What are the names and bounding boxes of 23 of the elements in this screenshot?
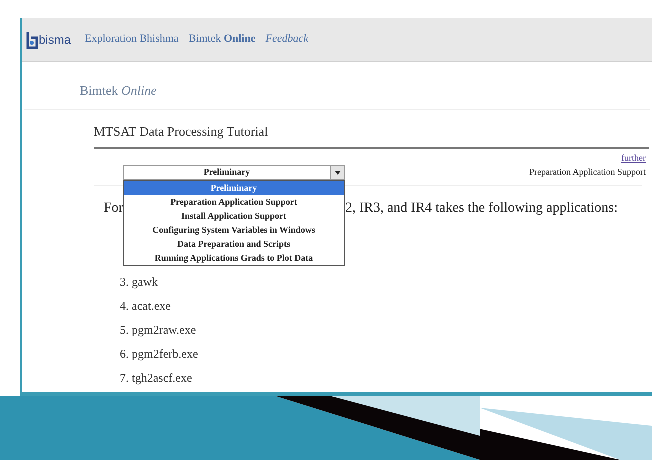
- application-item: 5. pgm2raw.exe: [120, 322, 198, 339]
- dropdown-option[interactable]: Configuring System Variables in Windows: [124, 223, 344, 237]
- application-item: 7. tgh2ascf.exe: [120, 370, 194, 387]
- nav-link[interactable]: Feedback: [266, 31, 308, 48]
- logo[interactable]: bisma: [26, 30, 72, 48]
- nav-link[interactable]: Exploration Bhishma: [85, 31, 179, 48]
- intro-text: For: [104, 200, 124, 218]
- nav-link[interactable]: Bimtek Online: [188, 31, 256, 48]
- page-title: MTSAT Data Processing Tutorial: [94, 122, 270, 141]
- section-title: Bimtek Online: [80, 82, 158, 100]
- dropdown-option[interactable]: Preliminary: [124, 181, 344, 195]
- application-item: 6. pgm2ferb.exe: [120, 346, 200, 363]
- logo-icon: [26, 30, 38, 48]
- dropdown-option[interactable]: Data Preparation and Scripts: [124, 237, 344, 251]
- further-link[interactable]: further: [622, 152, 646, 166]
- dropdown-select[interactable]: Preliminary: [123, 165, 345, 180]
- dropdown-option[interactable]: Preparation Application Support: [124, 195, 344, 209]
- intro-text: 2, IR3, and IR4 takes the following applications:: [345, 200, 618, 218]
- application-item: 4. acat.exe: [120, 298, 172, 315]
- dropdown-option[interactable]: Running Applications Grads to Plot Data: [124, 251, 344, 265]
- next-page-label: Preparation Application Support: [530, 166, 646, 179]
- application-item: 3. gawk: [120, 274, 159, 291]
- dropdown-option[interactable]: Install Application Support: [124, 209, 344, 223]
